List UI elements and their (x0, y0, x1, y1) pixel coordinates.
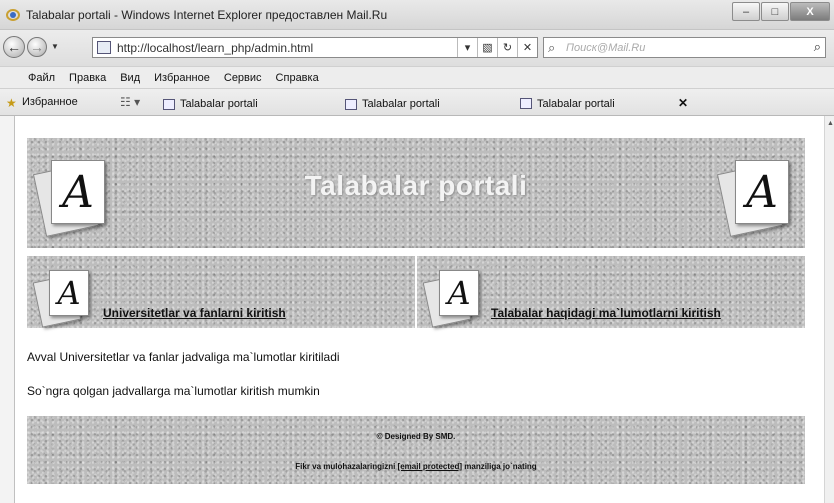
students-link[interactable]: Talabalar haqidagi ma`lumotlarni kiritis… (491, 306, 721, 320)
book-logo-small: A (422, 266, 495, 344)
instruction-paragraph-2: So`ngra qolgan jadvallarga ma`lumotlar k… (27, 384, 320, 398)
page-icon (97, 41, 111, 54)
window-title: Talabalar portali - Windows Internet Exp… (26, 8, 388, 22)
book-logo-right: A (716, 156, 791, 237)
refresh-icon[interactable]: ↻ (497, 38, 517, 57)
favorites-bar: ★ Избранное ☷ ▾ Talabalar portali Talaba… (0, 88, 834, 116)
tab-page-icon (345, 98, 357, 110)
favorites-button[interactable]: Избранное (22, 96, 78, 108)
menu-tools[interactable]: Сервис (224, 72, 262, 84)
instruction-paragraph-1: Avval Universitetlar va fanlar jadvaliga… (27, 350, 340, 364)
nav-cell-students: A Talabalar haqidagi ma`lumotlarni kirit… (417, 256, 805, 328)
close-window-button[interactable]: X (790, 2, 830, 21)
minimize-button[interactable]: – (732, 2, 760, 21)
compatibility-view-icon[interactable]: ▧ (477, 38, 497, 57)
forward-arrow-icon: → (30, 39, 44, 55)
stop-icon[interactable]: ✕ (517, 38, 537, 57)
search-box[interactable]: ⌕ Поиск@Mail.Ru ⌕ (543, 37, 826, 58)
banner-title: Talabalar portali (304, 170, 528, 201)
search-provider-icon: ⌕ (548, 40, 556, 55)
maximize-button[interactable]: □ (761, 2, 789, 21)
tab-label: Talabalar portali (180, 98, 258, 110)
menu-file[interactable]: Файл (28, 72, 55, 84)
tab-page-icon (163, 98, 175, 110)
tab-2[interactable]: Talabalar portali (345, 95, 440, 113)
tab-1[interactable]: Talabalar portali (163, 95, 258, 113)
address-url[interactable]: http://localhost/learn_php/admin.html (117, 41, 313, 55)
search-input[interactable]: Поиск@Mail.Ru (566, 42, 645, 54)
menu-bar: Файл Правка Вид Избранное Сервис Справка (0, 66, 834, 88)
window-title-bar: Talabalar portali - Windows Internet Exp… (0, 0, 834, 30)
history-dropdown-icon[interactable]: ▼ (51, 42, 59, 51)
tab-3[interactable]: Talabalar portali (520, 95, 615, 113)
book-logo-small: A (32, 266, 105, 344)
favorites-star-icon[interactable]: ★ (6, 96, 17, 110)
tab-page-icon (520, 98, 532, 109)
internet-explorer-icon (6, 9, 20, 21)
menu-edit[interactable]: Правка (69, 72, 106, 84)
page-viewport: A Talabalar portali A A Universitetlar v… (14, 116, 824, 503)
universities-link[interactable]: Universitetlar va fanlarni kiritish (103, 306, 286, 320)
tab-label: Talabalar portali (362, 98, 440, 110)
page-footer: © Designed By SMD. Fikr va mulohazalarin… (27, 416, 805, 484)
address-dropdown-icon[interactable]: ▾ (457, 38, 477, 57)
vertical-scrollbar[interactable]: ▲ (824, 116, 834, 503)
tab-label: Talabalar portali (537, 97, 615, 110)
menu-help[interactable]: Справка (276, 72, 319, 84)
feedback-email-link[interactable]: [email protected] (398, 462, 462, 471)
window-controls: – □ X (731, 2, 830, 22)
navigation-bar: ← → ▼ http://localhost/learn_php/admin.h… (0, 30, 834, 66)
menu-view[interactable]: Вид (120, 72, 140, 84)
quick-tabs-icon[interactable]: ☷ ▾ (120, 95, 140, 109)
back-button[interactable]: ← (3, 36, 25, 58)
feedback-text: Fikr va mulohazalaringizni [email protec… (295, 462, 537, 471)
page-banner: A Talabalar portali A (27, 138, 805, 248)
search-icon[interactable]: ⌕ (814, 39, 821, 55)
close-tab-icon[interactable]: ✕ (678, 96, 688, 110)
back-arrow-icon: ← (7, 39, 21, 55)
menu-favorites[interactable]: Избранное (154, 72, 210, 84)
forward-button[interactable]: → (27, 37, 47, 57)
address-bar[interactable]: http://localhost/learn_php/admin.html ▾ … (92, 37, 538, 58)
designed-by-text: © Designed By SMD. (376, 432, 456, 441)
scroll-up-icon[interactable]: ▲ (827, 120, 834, 127)
nav-cell-universities: A Universitetlar va fanlarni kiritish (27, 256, 415, 328)
